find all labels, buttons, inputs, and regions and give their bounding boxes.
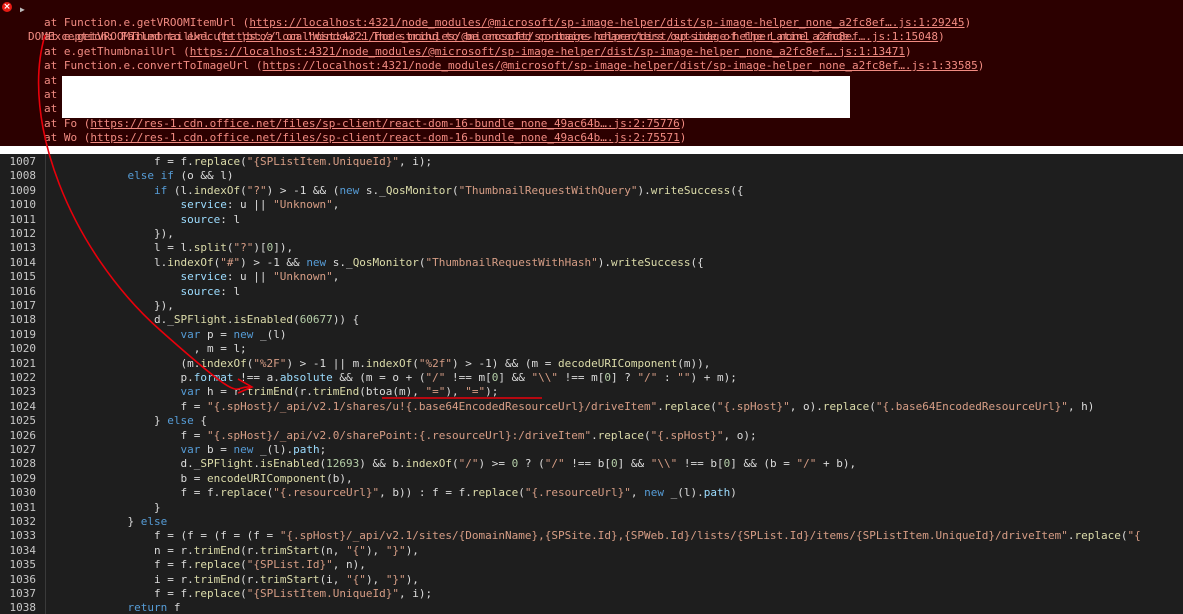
code-line: d._SPFlight.isEnabled(12693) && b.indexO… (180, 457, 857, 471)
code-line: f = "{.spHost}/_api/v2.1/shares/u!{.base… (180, 399, 1095, 413)
stack-frame-link[interactable]: https://localhost:4321/node_modules/@mic… (223, 30, 938, 43)
line-number: 1037 (9, 587, 37, 600)
code-line: else if (o && l) (127, 169, 234, 183)
line-number: 1025 (9, 414, 37, 428)
code-line: f = f.replace("{SPListItem.UniqueId}", i… (153, 587, 433, 600)
line-number: 1035 (9, 558, 37, 572)
code-line: n = r.trimEnd(r.trimStart(n, "{"), "}"), (153, 543, 419, 557)
stack-frame-text: at (44, 88, 58, 101)
stack-frame-text: at (44, 73, 58, 87)
stack-frame-text: at Wo (https://res-1.cdn.office.net/file… (44, 131, 687, 145)
line-number: 1028 (9, 457, 37, 471)
code-line: } (153, 500, 161, 514)
line-number: 1021 (9, 356, 37, 370)
code-line: f = "{.spHost}/_api/v2.0/sharePoint:{.re… (180, 428, 757, 442)
code-line: var h = r.trimEnd(r.trimEnd(btoa(m), "="… (180, 385, 499, 399)
code-line: service: u || "Unknown", (180, 270, 340, 284)
code-line: }), (153, 299, 174, 312)
line-number: 1012 (9, 227, 37, 240)
line-number: 1033 (9, 529, 37, 543)
code-line: b = encodeURIComponent(b), (180, 471, 353, 485)
line-number: 1013 (9, 241, 37, 255)
line-number: 1031 (9, 500, 37, 514)
stack-frame-link[interactable]: https://res-1.cdn.office.net/files/sp-cl… (90, 117, 679, 130)
line-number: 1014 (9, 255, 37, 269)
code-line: source: l (180, 212, 241, 226)
line-number: 1018 (9, 313, 37, 327)
stack-frame-text: at e.getVROOMThumbnailUrl (https://local… (44, 30, 945, 44)
code-line: } else { (153, 414, 207, 428)
line-number-gutter: 1007 1008 1009 1010 1011 1012 1013 1014 1015 1016… (0, 154, 46, 614)
console-error-panel: × ▶ DOMException: Failed to execute 'bto… (0, 0, 1183, 146)
code-line: f = (f = (f = (f = "{.spHost}/_api/v2.1/… (153, 529, 1141, 543)
code-line: } else (127, 515, 168, 528)
code-line: return f (127, 601, 181, 614)
redacted-area (62, 76, 850, 118)
line-number: 1020 (9, 342, 37, 356)
stack-frame-text: at Function.e.convertToImageUrl (https:/… (44, 59, 985, 73)
code-line: p.format !== a.absolute && (m = o + ("/"… (180, 371, 737, 384)
code-line: l.indexOf("#") > -1 && new s._QosMonitor… (153, 255, 704, 269)
line-number: 1024 (9, 399, 37, 413)
code-line: f = f.replace("{SPListItem.UniqueId}", i… (153, 155, 433, 168)
line-number: 1017 (9, 299, 37, 312)
line-number: 1032 (9, 515, 37, 528)
line-number: 1022 (9, 371, 37, 384)
line-number: 1009 (9, 183, 37, 197)
line-number: 1030 (9, 486, 37, 500)
source-code-viewer[interactable]: 1007 1008 1009 1010 1011 1012 1013 1014 1015 1016… (0, 154, 1183, 614)
code-line: d._SPFlight.isEnabled(60677)) { (153, 313, 360, 327)
stack-frame-text: at Function.e.getVROOMItemUrl (https://l… (44, 16, 972, 29)
stack-frame-link[interactable]: https://localhost:4321/node_modules/@mic… (263, 59, 978, 72)
stack-frame-text: at Fo (https://res-1.cdn.office.net/file… (44, 116, 687, 130)
code-line: f = f.replace("{SPList.Id}", n), (153, 558, 366, 572)
code-line: }), (153, 227, 174, 240)
code-line: , m = l; (193, 342, 247, 356)
line-number: 1026 (9, 428, 37, 442)
code-line: (m.indexOf("%2F") > -1 || m.indexOf("%2f… (180, 356, 711, 370)
code-line: l = l.split("?")[0]), (153, 241, 294, 255)
line-number: 1016 (9, 284, 37, 298)
stack-frame-text: at e.getThumbnailUrl (https://localhost:… (44, 44, 912, 58)
divider (0, 146, 1183, 154)
line-number: 1007 (9, 155, 37, 168)
line-number: 1029 (9, 471, 37, 485)
code-line: if (l.indexOf("?") > -1 && (new s._QosMo… (153, 183, 744, 197)
error-message-row[interactable]: ▶ DOMException: Failed to execute 'btoa'… (0, 2, 856, 43)
line-number: 1015 (9, 270, 37, 284)
stack-frame-link[interactable]: https://localhost:4321/node_modules/@mic… (190, 45, 905, 58)
expand-triangle-icon[interactable]: ▶ (20, 3, 25, 17)
code-line: service: u || "Unknown", (180, 198, 340, 212)
line-number: 1011 (9, 212, 37, 226)
stack-frame-link[interactable]: https://localhost:4321/node_modules/@mic… (249, 16, 964, 29)
code-line: f = f.replace("{.resourceUrl}", b)) : f … (180, 486, 737, 500)
line-number: 1027 (9, 443, 37, 456)
stack-frame-text: at (44, 102, 58, 116)
line-number: 1019 (9, 327, 37, 341)
code-line: i = r.trimEnd(r.trimStart(i, "{"), "}"), (153, 572, 419, 586)
code-line: var b = new _(l).path; (180, 443, 327, 456)
line-number: 1023 (9, 385, 37, 399)
line-number: 1034 (9, 543, 37, 557)
stack-frame-link[interactable]: https://res-1.cdn.office.net/files/sp-cl… (90, 131, 679, 144)
line-number: 1036 (9, 572, 37, 586)
code-line: source: l (180, 284, 241, 298)
code-line: var p = new _(l) (180, 327, 287, 341)
line-number: 1008 (9, 169, 37, 183)
line-number: 1038 (9, 601, 37, 614)
line-number: 1010 (9, 198, 37, 212)
